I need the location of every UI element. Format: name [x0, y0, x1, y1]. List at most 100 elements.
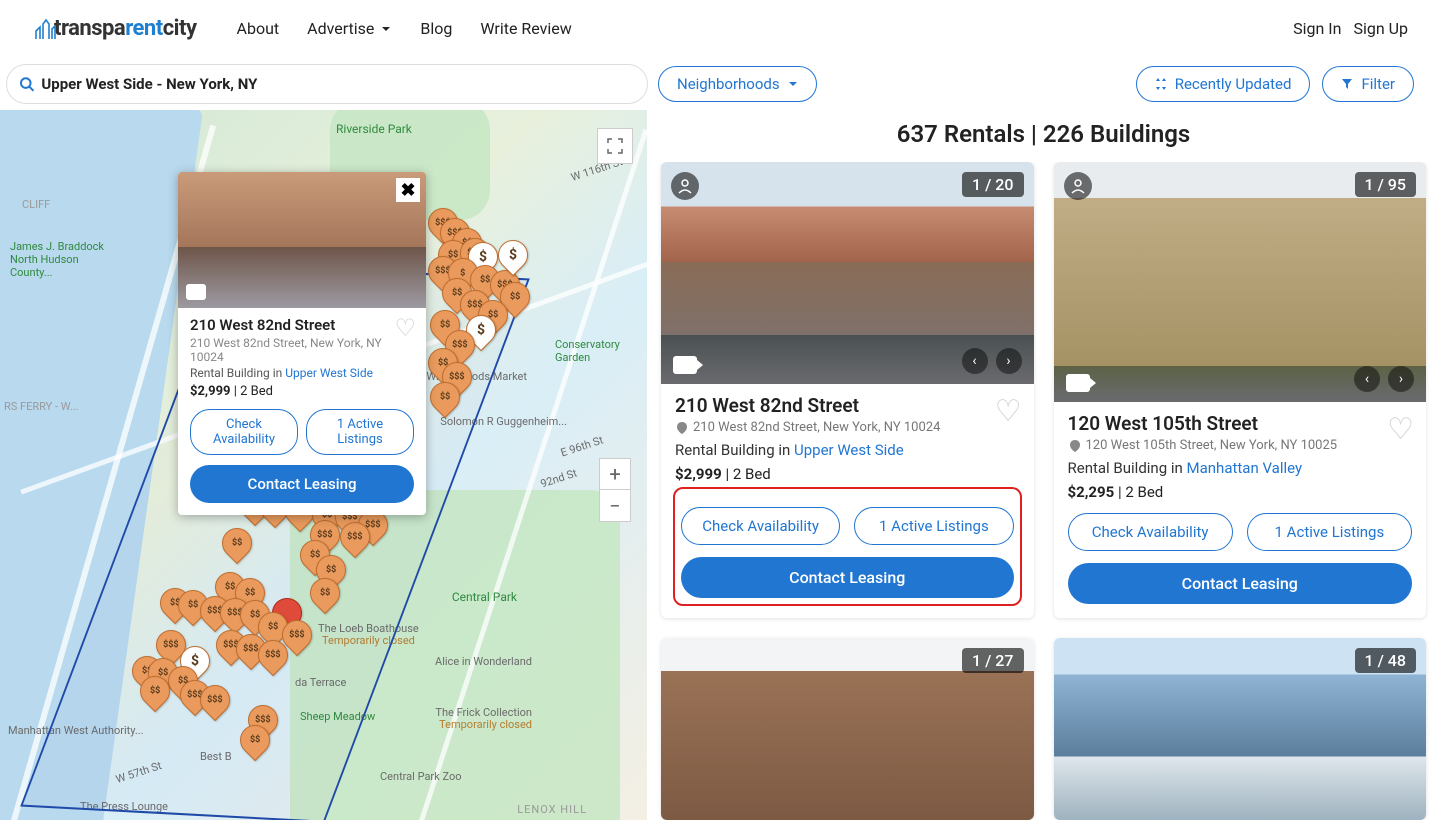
popup-neighborhood-link[interactable]: Upper West Side [285, 366, 373, 380]
favorite-button[interactable]: ♡ [1387, 412, 1414, 447]
popup-image[interactable]: ✖ [178, 172, 426, 308]
carousel-prev-button[interactable]: ‹ [1354, 366, 1380, 392]
carousel-next-button[interactable]: › [1388, 366, 1414, 392]
map-label: 92nd St [539, 467, 579, 491]
listing-image[interactable]: 1 / 20 ‹ › [661, 162, 1034, 384]
nav-advertise-label: Advertise [307, 19, 374, 38]
map-label: Central Park Zoo [380, 770, 462, 783]
caret-down-icon [788, 79, 798, 89]
active-listings-button[interactable]: 1 Active Listings [306, 409, 414, 455]
map-label: E 96th St [559, 434, 605, 460]
image-counter: 1 / 20 [962, 172, 1023, 197]
map-label: LENOX HILL [517, 803, 587, 816]
search-icon [19, 76, 35, 93]
recently-updated-label: Recently Updated [1175, 75, 1292, 93]
main-nav: About Advertise Blog Write Review [237, 19, 572, 38]
filter-icon [1341, 78, 1353, 90]
listing-image[interactable]: 1 / 27 [661, 638, 1034, 820]
zoom-in-button[interactable]: + [599, 458, 631, 490]
listing-card: 1 / 20 ‹ › ♡ 210 West 82nd Street 210 We… [661, 162, 1034, 618]
pin-icon [675, 421, 689, 435]
map[interactable]: Riverside Park Conservatory Garden Whole… [0, 110, 647, 820]
check-availability-button[interactable]: Check Availability [1068, 513, 1233, 551]
logo[interactable]: transparentcity [32, 16, 197, 41]
nav-blog[interactable]: Blog [420, 19, 452, 38]
listing-card: 1 / 27 [661, 638, 1034, 820]
logo-text-2: rent [125, 16, 163, 41]
logo-text-1: transpa [54, 16, 125, 41]
check-availability-button[interactable]: Check Availability [190, 409, 298, 455]
image-counter: 1 / 27 [962, 648, 1023, 673]
sort-icon [1155, 77, 1167, 91]
popup-building-type: Rental Building in Upper West Side [190, 366, 414, 380]
listing-address: 120 West 105th Street, New York, NY 1002… [1068, 438, 1413, 453]
listing-building-type: Rental Building in Upper West Side [675, 441, 1020, 459]
listing-title[interactable]: 210 West 82nd Street [675, 394, 1020, 417]
video-icon [1066, 374, 1090, 392]
zoom-out-button[interactable]: − [599, 490, 631, 522]
auth-links: Sign In Sign Up [1293, 19, 1408, 38]
listing-building-type: Rental Building in Manhattan Valley [1068, 459, 1413, 477]
chevron-down-icon [380, 23, 392, 35]
favorite-button[interactable]: ♡ [394, 314, 416, 342]
video-icon [673, 356, 697, 374]
filter-label: Filter [1361, 75, 1395, 93]
filter-button[interactable]: Filter [1322, 66, 1414, 102]
listings-count: 637 Rentals | 226 Buildings [647, 110, 1440, 162]
nav-advertise[interactable]: Advertise [307, 19, 392, 38]
map-label: Central Park [452, 590, 517, 604]
popup-close-button[interactable]: ✖ [396, 178, 420, 202]
check-availability-button[interactable]: Check Availability [681, 507, 840, 545]
neighborhood-link[interactable]: Manhattan Valley [1187, 459, 1303, 477]
person-icon [671, 172, 699, 200]
listing-card: 1 / 48 [1054, 638, 1427, 820]
recently-updated-button[interactable]: Recently Updated [1136, 66, 1311, 102]
listing-price-row: $2,999 | 2 Bed [675, 465, 1020, 483]
listing-price-row: $2,295 | 2 Bed [1068, 483, 1413, 501]
search-input[interactable] [41, 75, 635, 93]
popup-price-row: $2,999 | 2 Bed [190, 384, 414, 399]
sign-up-link[interactable]: Sign Up [1353, 19, 1408, 38]
popup-address: 210 West 82nd Street, New York, NY 10024 [190, 336, 414, 364]
favorite-button[interactable]: ♡ [995, 394, 1022, 429]
logo-text-3: city [163, 16, 197, 41]
listing-title[interactable]: 120 West 105th Street [1068, 412, 1413, 435]
nav-write-review[interactable]: Write Review [480, 19, 571, 38]
neighborhoods-label: Neighborhoods [677, 75, 780, 93]
header: transparentcity About Advertise Blog Wri… [0, 0, 1440, 58]
map-label: RS FERRY - W... [4, 400, 79, 413]
main: Riverside Park Conservatory Garden Whole… [0, 110, 1440, 820]
contact-leasing-button[interactable]: Contact Leasing [190, 465, 414, 503]
map-label: CLIFF [22, 198, 50, 211]
carousel-next-button[interactable]: › [996, 348, 1022, 374]
map-label: Alice in Wonderland [435, 655, 532, 668]
action-panel-highlighted: Check Availability 1 Active Listings Con… [673, 487, 1022, 606]
active-listings-button[interactable]: 1 Active Listings [1247, 513, 1412, 551]
listings-pane: 637 Rentals | 226 Buildings 1 / 20 ‹ › ♡… [647, 110, 1440, 820]
listings-grid[interactable]: 1 / 20 ‹ › ♡ 210 West 82nd Street 210 We… [647, 162, 1440, 820]
listing-card: 1 / 95 ‹ › ♡ 120 West 105th Street 120 W… [1054, 162, 1427, 618]
map-popup: ✖ ♡ 210 West 82nd Street 210 West 82nd S… [178, 172, 426, 515]
image-counter: 1 / 95 [1355, 172, 1416, 197]
contact-leasing-button[interactable]: Contact Leasing [681, 557, 1014, 598]
map-label: Conservatory Garden [555, 338, 647, 364]
map-pin[interactable]: $ [492, 234, 534, 276]
carousel-prev-button[interactable]: ‹ [962, 348, 988, 374]
active-listings-button[interactable]: 1 Active Listings [854, 507, 1013, 545]
map-label: Riverside Park [336, 122, 412, 136]
filter-bar: Neighborhoods Recently Updated Filter [0, 58, 1440, 110]
map-fullscreen-button[interactable] [597, 128, 633, 164]
popup-title[interactable]: 210 West 82nd Street [190, 316, 414, 334]
neighborhood-link[interactable]: Upper West Side [794, 441, 904, 459]
listing-image[interactable]: 1 / 95 ‹ › [1054, 162, 1427, 402]
search-box[interactable] [6, 64, 648, 104]
nav-about[interactable]: About [237, 19, 280, 38]
map-label: James J. Braddock North Hudson County... [10, 240, 120, 279]
neighborhoods-dropdown[interactable]: Neighborhoods [658, 66, 817, 102]
sign-in-link[interactable]: Sign In [1293, 19, 1341, 38]
person-icon [1064, 172, 1092, 200]
listing-image[interactable]: 1 / 48 [1054, 638, 1427, 820]
map-label: Temporarily closed [439, 718, 532, 731]
fullscreen-icon [607, 138, 623, 154]
contact-leasing-button[interactable]: Contact Leasing [1068, 563, 1413, 604]
